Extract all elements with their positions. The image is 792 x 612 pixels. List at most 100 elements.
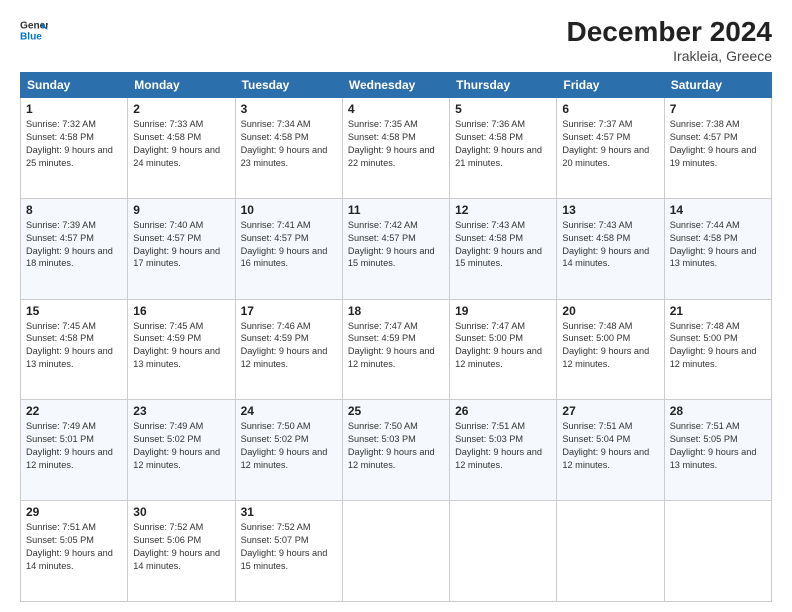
header-row: SundayMondayTuesdayWednesdayThursdayFrid… — [21, 73, 772, 98]
day-info: Sunrise: 7:37 AMSunset: 4:57 PMDaylight:… — [562, 118, 658, 170]
day-number: 17 — [241, 304, 337, 318]
day-number: 25 — [348, 404, 444, 418]
day-number: 16 — [133, 304, 229, 318]
day-info: Sunrise: 7:43 AMSunset: 4:58 PMDaylight:… — [455, 219, 551, 271]
calendar-cell: 26 Sunrise: 7:51 AMSunset: 5:03 PMDayligh… — [450, 400, 557, 501]
day-info: Sunrise: 7:51 AMSunset: 5:05 PMDaylight:… — [26, 521, 122, 573]
calendar-cell: 22 Sunrise: 7:49 AMSunset: 5:01 PMDayligh… — [21, 400, 128, 501]
calendar-cell — [450, 501, 557, 602]
page-subtitle: Irakleia, Greece — [567, 48, 772, 64]
logo: General Blue — [20, 16, 48, 44]
calendar-cell: 19Sunrise: 7:47 AMSunset: 5:00 PMDayligh… — [450, 299, 557, 400]
calendar-cell: 12Sunrise: 7:43 AMSunset: 4:58 PMDayligh… — [450, 198, 557, 299]
header: General Blue December 2024 Irakleia, Gre… — [20, 16, 772, 64]
day-info: Sunrise: 7:47 AMSunset: 4:59 PMDaylight:… — [348, 320, 444, 372]
calendar-week: 22 Sunrise: 7:49 AMSunset: 5:01 PMDayligh… — [21, 400, 772, 501]
calendar-week: 8 Sunrise: 7:39 AMSunset: 4:57 PMDaylight… — [21, 198, 772, 299]
day-info: Sunrise: 7:33 AMSunset: 4:58 PMDaylight:… — [133, 118, 229, 170]
day-info: Sunrise: 7:40 AMSunset: 4:57 PMDaylight:… — [133, 219, 229, 271]
day-number: 10 — [241, 203, 337, 217]
calendar-cell: 13 Sunrise: 7:43 AMSunset: 4:58 PMDayligh… — [557, 198, 664, 299]
calendar-cell — [342, 501, 449, 602]
day-number: 9 — [133, 203, 229, 217]
day-number: 22 — [26, 404, 122, 418]
day-number: 31 — [241, 505, 337, 519]
day-header: Tuesday — [235, 73, 342, 98]
day-info: Sunrise: 7:51 AMSunset: 5:05 PMDaylight:… — [670, 420, 766, 472]
calendar-cell: 21Sunrise: 7:48 AMSunset: 5:00 PMDayligh… — [664, 299, 771, 400]
day-header: Saturday — [664, 73, 771, 98]
day-info: Sunrise: 7:35 AMSunset: 4:58 PMDaylight:… — [348, 118, 444, 170]
calendar-cell: 3Sunrise: 7:34 AMSunset: 4:58 PMDaylight… — [235, 98, 342, 199]
calendar-cell: 2 Sunrise: 7:33 AMSunset: 4:58 PMDaylight… — [128, 98, 235, 199]
calendar-cell: 29 Sunrise: 7:51 AMSunset: 5:05 PMDayligh… — [21, 501, 128, 602]
day-number: 15 — [26, 304, 122, 318]
calendar-cell: 16 Sunrise: 7:45 AMSunset: 4:59 PMDayligh… — [128, 299, 235, 400]
calendar-header: SundayMondayTuesdayWednesdayThursdayFrid… — [21, 73, 772, 98]
day-info: Sunrise: 7:42 AMSunset: 4:57 PMDaylight:… — [348, 219, 444, 271]
day-info: Sunrise: 7:43 AMSunset: 4:58 PMDaylight:… — [562, 219, 658, 271]
calendar-cell: 10 Sunrise: 7:41 AMSunset: 4:57 PMDayligh… — [235, 198, 342, 299]
svg-text:Blue: Blue — [20, 31, 42, 42]
calendar-cell: 8 Sunrise: 7:39 AMSunset: 4:57 PMDaylight… — [21, 198, 128, 299]
day-info: Sunrise: 7:49 AMSunset: 5:02 PMDaylight:… — [133, 420, 229, 472]
day-info: Sunrise: 7:39 AMSunset: 4:57 PMDaylight:… — [26, 219, 122, 271]
day-info: Sunrise: 7:52 AMSunset: 5:06 PMDaylight:… — [133, 521, 229, 573]
calendar-cell: 28Sunrise: 7:51 AMSunset: 5:05 PMDayligh… — [664, 400, 771, 501]
day-number: 29 — [26, 505, 122, 519]
calendar-week: 29 Sunrise: 7:51 AMSunset: 5:05 PMDayligh… — [21, 501, 772, 602]
calendar-cell: 4 Sunrise: 7:35 AMSunset: 4:58 PMDaylight… — [342, 98, 449, 199]
page-title: December 2024 — [567, 16, 772, 48]
day-info: Sunrise: 7:50 AMSunset: 5:03 PMDaylight:… — [348, 420, 444, 472]
day-info: Sunrise: 7:51 AMSunset: 5:04 PMDaylight:… — [562, 420, 658, 472]
day-number: 7 — [670, 102, 766, 116]
title-block: December 2024 Irakleia, Greece — [567, 16, 772, 64]
calendar-cell: 24Sunrise: 7:50 AMSunset: 5:02 PMDayligh… — [235, 400, 342, 501]
day-number: 26 — [455, 404, 551, 418]
calendar-cell: 30Sunrise: 7:52 AMSunset: 5:06 PMDayligh… — [128, 501, 235, 602]
day-number: 24 — [241, 404, 337, 418]
day-info: Sunrise: 7:49 AMSunset: 5:01 PMDaylight:… — [26, 420, 122, 472]
day-number: 5 — [455, 102, 551, 116]
calendar-cell: 25 Sunrise: 7:50 AMSunset: 5:03 PMDayligh… — [342, 400, 449, 501]
day-number: 11 — [348, 203, 444, 217]
day-info: Sunrise: 7:46 AMSunset: 4:59 PMDaylight:… — [241, 320, 337, 372]
day-info: Sunrise: 7:32 AMSunset: 4:58 PMDaylight:… — [26, 118, 122, 170]
day-number: 27 — [562, 404, 658, 418]
calendar-cell: 17 Sunrise: 7:46 AMSunset: 4:59 PMDayligh… — [235, 299, 342, 400]
day-info: Sunrise: 7:51 AMSunset: 5:03 PMDaylight:… — [455, 420, 551, 472]
page: General Blue December 2024 Irakleia, Gre… — [0, 0, 792, 612]
day-number: 20 — [562, 304, 658, 318]
day-number: 4 — [348, 102, 444, 116]
day-info: Sunrise: 7:48 AMSunset: 5:00 PMDaylight:… — [562, 320, 658, 372]
day-header: Wednesday — [342, 73, 449, 98]
day-number: 13 — [562, 203, 658, 217]
day-header: Friday — [557, 73, 664, 98]
calendar-cell: 9 Sunrise: 7:40 AMSunset: 4:57 PMDaylight… — [128, 198, 235, 299]
calendar-cell: 31 Sunrise: 7:52 AMSunset: 5:07 PMDayligh… — [235, 501, 342, 602]
day-header: Monday — [128, 73, 235, 98]
day-number: 8 — [26, 203, 122, 217]
day-number: 23 — [133, 404, 229, 418]
calendar-cell: 14Sunrise: 7:44 AMSunset: 4:58 PMDayligh… — [664, 198, 771, 299]
day-number: 2 — [133, 102, 229, 116]
day-info: Sunrise: 7:36 AMSunset: 4:58 PMDaylight:… — [455, 118, 551, 170]
calendar: SundayMondayTuesdayWednesdayThursdayFrid… — [20, 72, 772, 602]
day-number: 18 — [348, 304, 444, 318]
day-info: Sunrise: 7:34 AMSunset: 4:58 PMDaylight:… — [241, 118, 337, 170]
day-info: Sunrise: 7:52 AMSunset: 5:07 PMDaylight:… — [241, 521, 337, 573]
day-info: Sunrise: 7:44 AMSunset: 4:58 PMDaylight:… — [670, 219, 766, 271]
calendar-cell: 27 Sunrise: 7:51 AMSunset: 5:04 PMDayligh… — [557, 400, 664, 501]
calendar-week: 15Sunrise: 7:45 AMSunset: 4:58 PMDayligh… — [21, 299, 772, 400]
calendar-cell: 15Sunrise: 7:45 AMSunset: 4:58 PMDayligh… — [21, 299, 128, 400]
day-info: Sunrise: 7:45 AMSunset: 4:59 PMDaylight:… — [133, 320, 229, 372]
day-info: Sunrise: 7:38 AMSunset: 4:57 PMDaylight:… — [670, 118, 766, 170]
day-number: 19 — [455, 304, 551, 318]
day-info: Sunrise: 7:41 AMSunset: 4:57 PMDaylight:… — [241, 219, 337, 271]
calendar-cell: 23 Sunrise: 7:49 AMSunset: 5:02 PMDayligh… — [128, 400, 235, 501]
calendar-cell: 18 Sunrise: 7:47 AMSunset: 4:59 PMDayligh… — [342, 299, 449, 400]
calendar-cell — [664, 501, 771, 602]
calendar-body: 1Sunrise: 7:32 AMSunset: 4:58 PMDaylight… — [21, 98, 772, 602]
calendar-week: 1Sunrise: 7:32 AMSunset: 4:58 PMDaylight… — [21, 98, 772, 199]
calendar-cell — [557, 501, 664, 602]
